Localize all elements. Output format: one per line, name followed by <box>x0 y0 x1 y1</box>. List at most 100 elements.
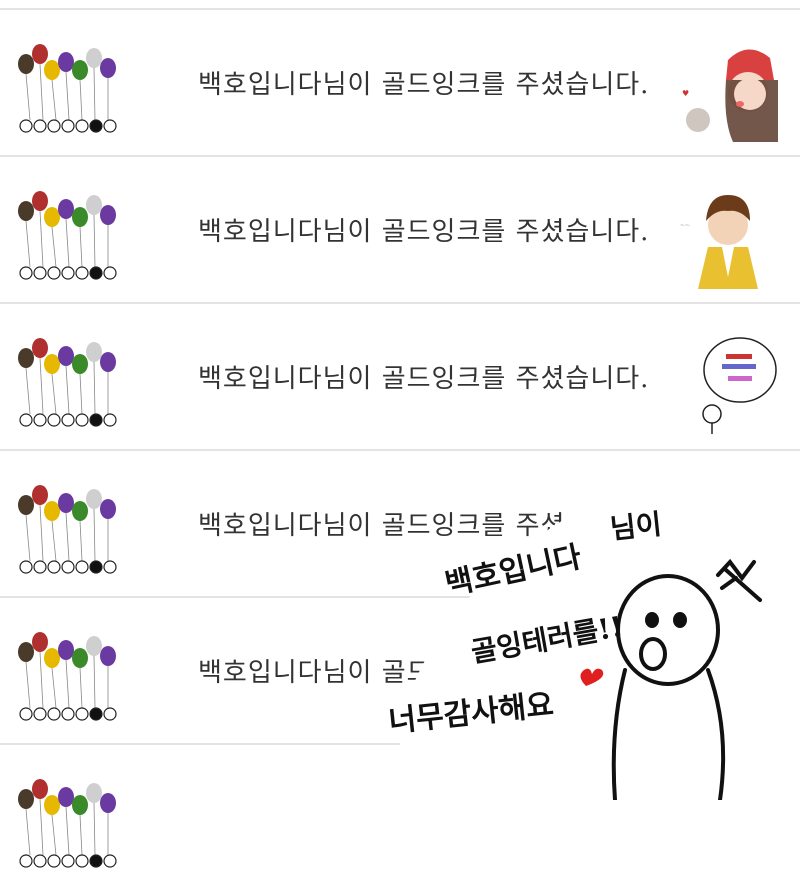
character-head-icon <box>103 413 117 427</box>
balloon-icon <box>18 348 34 368</box>
character-head-icon <box>75 854 89 868</box>
balloon-string <box>25 514 31 562</box>
balloon-string <box>25 808 31 856</box>
balloon-string <box>65 365 70 415</box>
character-head-icon <box>75 413 89 427</box>
balloon-string <box>79 79 83 121</box>
character-head-icon <box>47 707 61 721</box>
notification-row[interactable]: 백호입니다님이 골드잉크를 주셨습니다. ~~ <box>0 157 800 302</box>
character-head-icon <box>61 266 75 280</box>
balloon-icon <box>100 352 116 372</box>
character-head-icon <box>33 119 47 133</box>
balloon-icon <box>44 207 60 227</box>
balloon-icon <box>32 632 48 652</box>
balloon-characters-thumbnail <box>18 191 117 280</box>
balloon-icon <box>86 48 102 68</box>
balloon-string <box>79 226 83 268</box>
balloon-characters-thumbnail <box>18 779 117 868</box>
balloon-string <box>93 655 96 709</box>
stick-figure-thanks-sticker <box>678 334 778 436</box>
character-head-icon <box>19 560 33 574</box>
girl-red-beanie-sticker: ♥ <box>678 40 778 142</box>
balloon-icon <box>58 52 74 72</box>
balloon-string <box>79 373 83 415</box>
character-head-icon <box>89 560 103 574</box>
balloon-icon <box>72 60 88 80</box>
balloon-icon <box>58 493 74 513</box>
balloon-icon <box>86 489 102 509</box>
balloon-icon <box>18 495 34 515</box>
notification-message: 백호입니다님이 골드잉크를 주셨습니다. <box>198 364 650 394</box>
notification-message: 백호입니다님이 골드잉크를 주셨습니다. <box>198 217 650 247</box>
character-head-icon <box>47 854 61 868</box>
balloon-characters-thumbnail <box>18 485 117 574</box>
character-head-icon <box>33 854 47 868</box>
balloon-string <box>39 210 44 268</box>
balloon-characters-thumbnail <box>18 632 117 721</box>
character-head-icon <box>75 560 89 574</box>
balloon-icon <box>18 54 34 74</box>
balloon-icon <box>100 205 116 225</box>
balloon-string <box>51 373 57 415</box>
character-head-icon <box>33 707 47 721</box>
balloon-icon <box>32 485 48 505</box>
balloon-string <box>65 71 70 121</box>
svg-text:♥: ♥ <box>682 89 689 98</box>
notification-message: 백호입니다님이 골드잉크를 주셨습니다. <box>198 70 650 100</box>
character-head-icon <box>33 413 47 427</box>
balloon-icon <box>86 342 102 362</box>
balloon-icon <box>44 501 60 521</box>
balloon-icon <box>86 195 102 215</box>
balloon-string <box>39 651 44 709</box>
character-head-icon <box>47 266 61 280</box>
character-head-icon <box>61 560 75 574</box>
balloon-string <box>79 814 83 856</box>
balloon-string <box>93 361 96 415</box>
balloon-icon <box>32 779 48 799</box>
character-head-icon <box>89 854 103 868</box>
overlay-note-line2: 님이 <box>608 507 664 546</box>
notification-row[interactable]: 백호입니다님이 골드잉크를 주셨습니다. <box>0 304 800 449</box>
balloon-icon <box>18 642 34 662</box>
balloon-string <box>25 661 31 709</box>
character-head-icon <box>61 707 75 721</box>
balloon-string <box>93 214 96 268</box>
character-head-icon <box>47 560 61 574</box>
character-head-icon <box>103 119 117 133</box>
balloon-icon <box>100 58 116 78</box>
character-head-icon <box>19 707 33 721</box>
character-head-icon <box>19 266 33 280</box>
character-head-icon <box>89 119 103 133</box>
balloon-string <box>51 226 57 268</box>
character-head-icon <box>19 413 33 427</box>
balloon-string <box>79 667 83 709</box>
balloon-icon <box>44 795 60 815</box>
balloon-string <box>39 504 44 562</box>
balloon-string <box>93 508 96 562</box>
balloon-string <box>65 659 70 709</box>
balloon-icon <box>18 201 34 221</box>
balloon-string <box>51 520 57 562</box>
balloon-icon <box>100 499 116 519</box>
character-head-icon <box>75 707 89 721</box>
balloon-icon <box>44 354 60 374</box>
balloon-icon <box>72 501 88 521</box>
balloon-string <box>39 798 44 856</box>
balloon-string <box>39 357 44 415</box>
notification-row[interactable]: 백호입니다님이 골드잉크를 주셨습니다. ♥ <box>0 10 800 155</box>
boy-yellow-vest-sticker: ~~ <box>678 187 778 289</box>
character-head-icon <box>89 707 103 721</box>
balloon-icon <box>44 648 60 668</box>
balloon-icon <box>58 787 74 807</box>
balloon-icon <box>32 44 48 64</box>
balloon-string <box>65 512 70 562</box>
balloon-icon <box>72 207 88 227</box>
balloon-icon <box>100 793 116 813</box>
character-head-icon <box>61 413 75 427</box>
svg-text:~~: ~~ <box>680 222 690 229</box>
balloon-icon <box>58 346 74 366</box>
balloon-icon <box>72 648 88 668</box>
character-head-icon <box>103 707 117 721</box>
balloon-string <box>25 220 31 268</box>
balloon-icon <box>32 338 48 358</box>
